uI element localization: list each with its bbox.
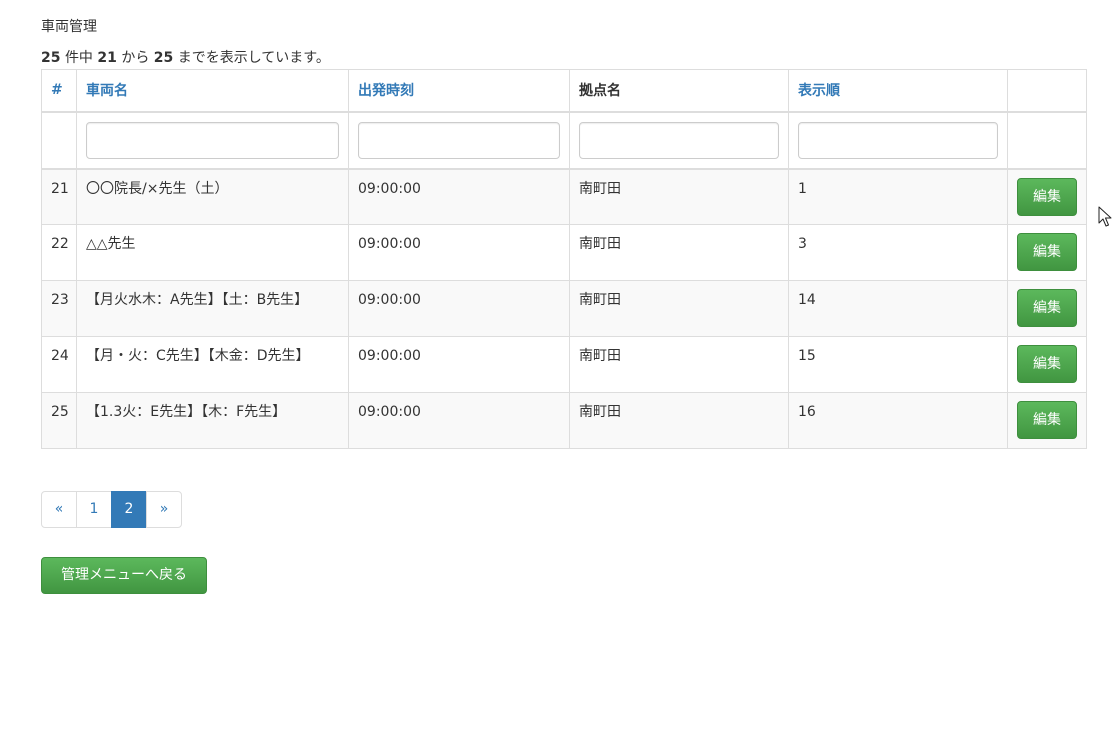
cell-vehicle-name: △△先生 <box>76 224 349 281</box>
table-row: 22 △△先生 09:00:00 南町田 3 編集 <box>41 224 1087 281</box>
sort-departure-time-link[interactable]: 出発時刻 <box>358 83 414 99</box>
header-vehicle-name[interactable]: 車両名 <box>76 69 349 113</box>
table-row: 24 【月・火：C先生】【木金：D先生】 09:00:00 南町田 15 編集 <box>41 336 1087 393</box>
base-name-filter-input[interactable] <box>579 121 779 159</box>
header-departure-time[interactable]: 出発時刻 <box>348 69 570 113</box>
cell-actions: 編集 <box>1007 392 1087 449</box>
header-index[interactable]: # <box>41 69 77 113</box>
edit-button[interactable]: 編集 <box>1017 177 1077 216</box>
cell-actions: 編集 <box>1007 168 1087 225</box>
result-summary: 25 件中 21 から 25 までを表示しています。 <box>41 48 330 68</box>
vehicle-name-filter-input[interactable] <box>86 121 339 159</box>
edit-button[interactable]: 編集 <box>1017 233 1077 271</box>
cell-index: 23 <box>41 280 77 337</box>
summary-total: 25 <box>41 50 61 66</box>
edit-button[interactable]: 編集 <box>1017 345 1077 383</box>
edit-button[interactable]: 編集 <box>1017 289 1077 327</box>
mouse-pointer-icon <box>1098 206 1112 227</box>
sort-vehicle-name-link[interactable]: 車両名 <box>86 83 128 99</box>
cell-departure-time: 09:00:00 <box>348 224 570 281</box>
cell-departure-time: 09:00:00 <box>348 392 570 449</box>
filter-cell-index <box>41 111 77 170</box>
table-header-row: # 車両名 出発時刻 拠点名 表示順 <box>41 69 1087 113</box>
display-order-filter-input[interactable] <box>798 121 998 159</box>
cell-base-name: 南町田 <box>569 224 789 281</box>
filter-cell-actions <box>1007 111 1087 170</box>
pagination: « 1 2 » <box>41 491 182 528</box>
filter-cell-departure-time <box>348 111 570 170</box>
cell-display-order: 16 <box>788 392 1008 449</box>
summary-text-2: から <box>121 50 150 66</box>
cell-display-order: 15 <box>788 336 1008 393</box>
cell-index: 25 <box>41 392 77 449</box>
header-base-name: 拠点名 <box>569 69 789 113</box>
cell-actions: 編集 <box>1007 224 1087 281</box>
cell-index: 22 <box>41 224 77 281</box>
pagination-next-link[interactable]: » <box>146 491 182 528</box>
cell-base-name: 南町田 <box>569 280 789 337</box>
cell-display-order: 3 <box>788 224 1008 281</box>
cell-index: 21 <box>41 168 77 225</box>
filter-cell-base-name <box>569 111 789 170</box>
cell-vehicle-name: 【1.3火：E先生】【木：F先生】 <box>76 392 349 449</box>
cell-base-name: 南町田 <box>569 168 789 225</box>
cell-display-order: 14 <box>788 280 1008 337</box>
cell-departure-time: 09:00:00 <box>348 336 570 393</box>
cell-actions: 編集 <box>1007 280 1087 337</box>
cell-display-order: 1 <box>788 168 1008 225</box>
pagination-page-2-active[interactable]: 2 <box>111 491 147 528</box>
table-row: 23 【月火水木：A先生】【土：B先生】 09:00:00 南町田 14 編集 <box>41 280 1087 337</box>
table-row: 25 【1.3火：E先生】【木：F先生】 09:00:00 南町田 16 編集 <box>41 392 1087 449</box>
vehicle-table: # 車両名 出発時刻 拠点名 表示順 21 〇〇院長/×先生（土） 09:00:… <box>41 69 1087 449</box>
header-display-order[interactable]: 表示順 <box>788 69 1008 113</box>
page-title: 車両管理 <box>41 19 97 35</box>
filter-row <box>41 111 1087 170</box>
cell-vehicle-name: 【月・火：C先生】【木金：D先生】 <box>76 336 349 393</box>
cell-base-name: 南町田 <box>569 392 789 449</box>
cell-departure-time: 09:00:00 <box>348 168 570 225</box>
summary-text-3: までを表示しています。 <box>177 50 330 66</box>
summary-text-1: 件中 <box>64 50 93 66</box>
cell-vehicle-name: 【月火水木：A先生】【土：B先生】 <box>76 280 349 337</box>
pagination-page-1[interactable]: 1 <box>76 491 112 528</box>
back-to-admin-menu-button[interactable]: 管理メニューへ戻る <box>41 557 207 594</box>
filter-cell-display-order <box>788 111 1008 170</box>
filter-cell-vehicle-name <box>76 111 349 170</box>
summary-to: 25 <box>153 50 174 66</box>
sort-index-link[interactable]: # <box>51 82 63 98</box>
cell-base-name: 南町田 <box>569 336 789 393</box>
cell-actions: 編集 <box>1007 336 1087 393</box>
cell-index: 24 <box>41 336 77 393</box>
header-actions <box>1007 69 1087 113</box>
summary-from: 21 <box>97 50 117 66</box>
departure-time-filter-input[interactable] <box>358 121 560 159</box>
sort-display-order-link[interactable]: 表示順 <box>798 83 840 99</box>
pagination-prev-link[interactable]: « <box>41 491 77 528</box>
cell-vehicle-name: 〇〇院長/×先生（土） <box>76 168 349 225</box>
cell-departure-time: 09:00:00 <box>348 280 570 337</box>
table-row: 21 〇〇院長/×先生（土） 09:00:00 南町田 1 編集 <box>41 168 1087 225</box>
edit-button[interactable]: 編集 <box>1017 401 1077 439</box>
